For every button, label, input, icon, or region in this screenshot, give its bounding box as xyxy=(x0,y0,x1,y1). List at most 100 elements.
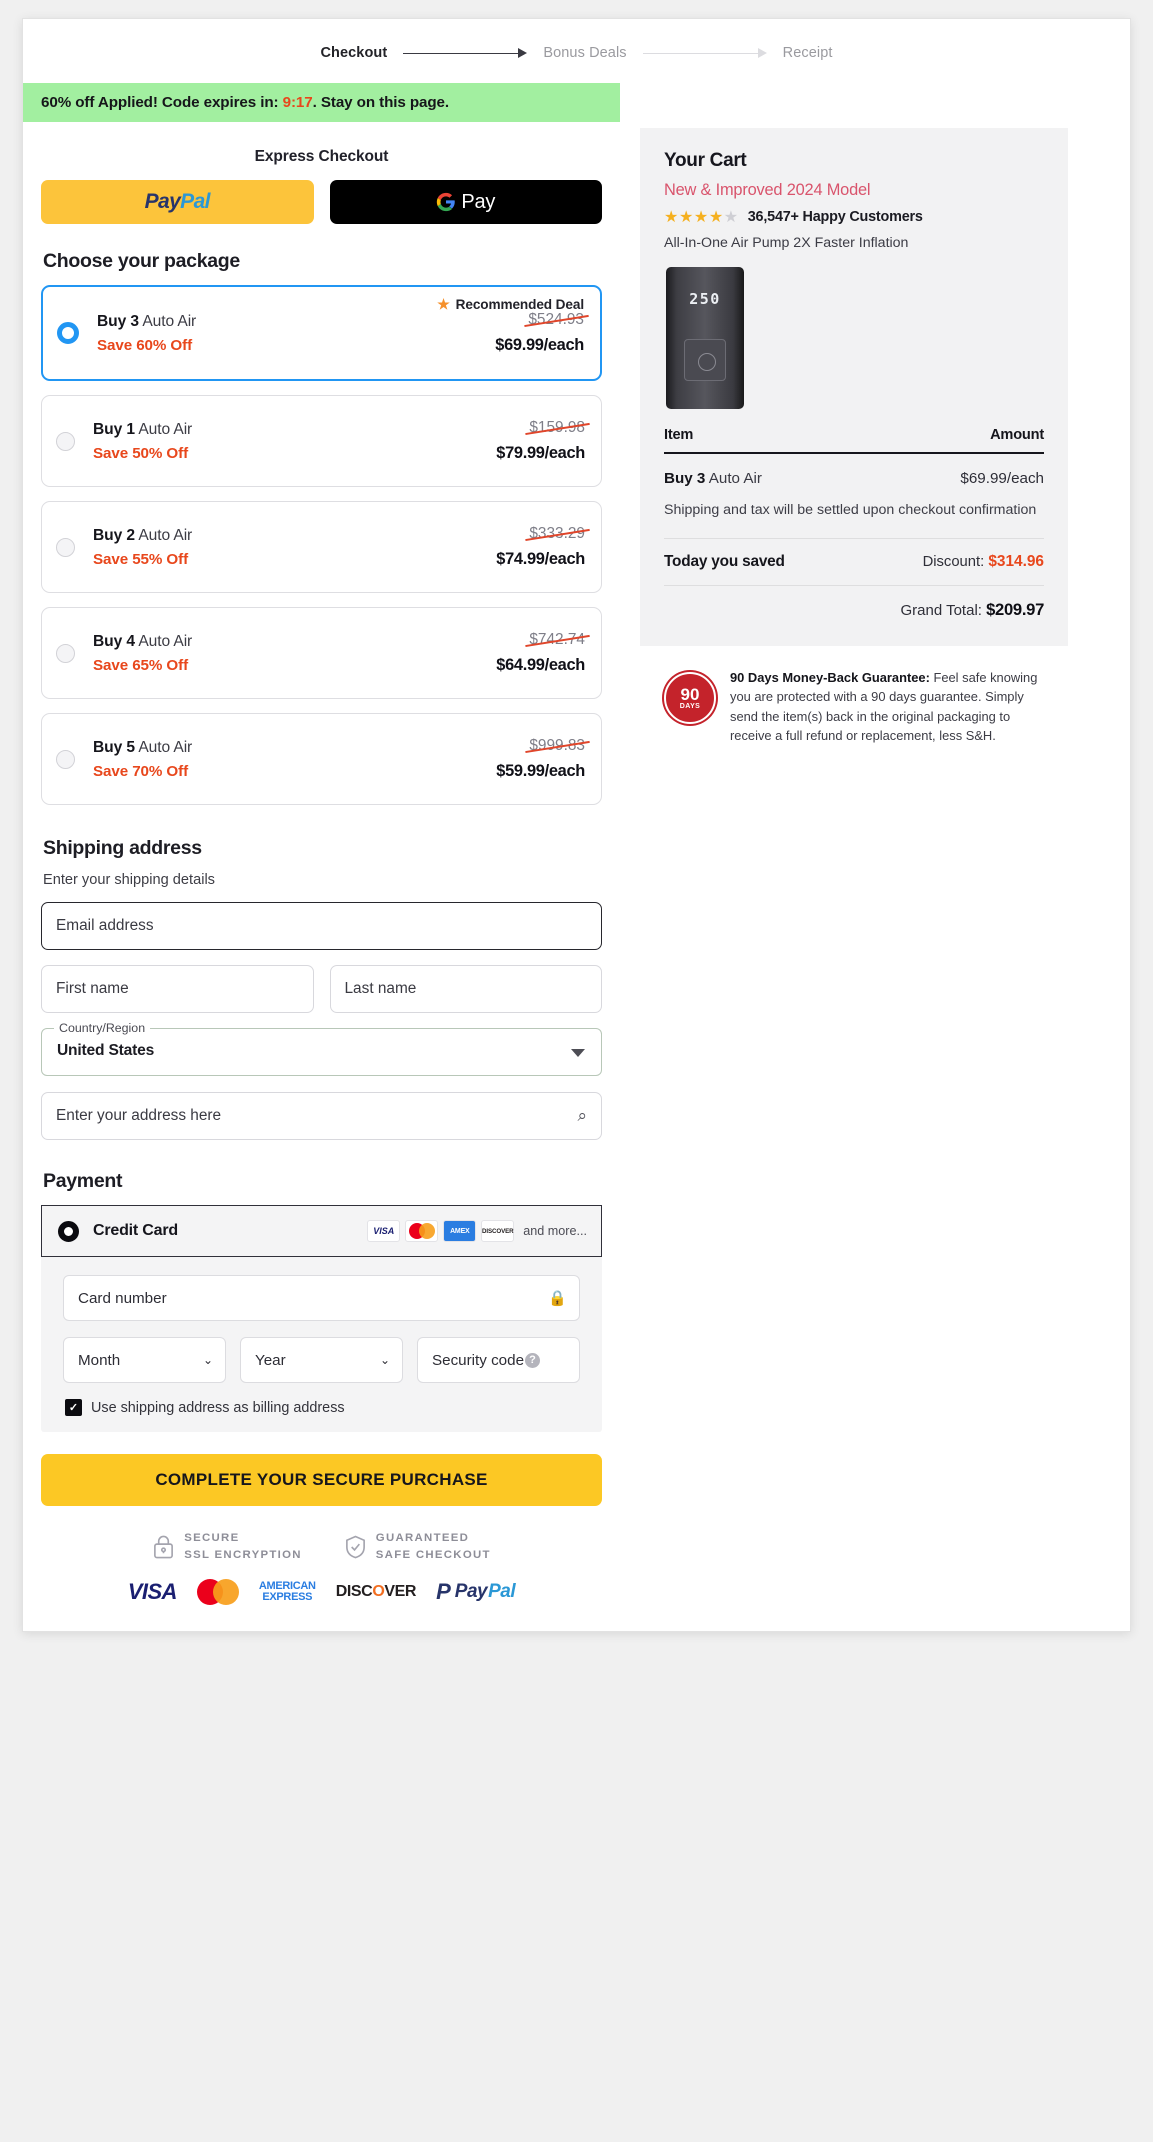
package-option-buy-1[interactable]: Buy 1 Auto Air Save 50% Off $159.98 $79.… xyxy=(41,395,602,487)
trust-badge-safe-checkout: GUARANTEED SAFE CHECKOUT xyxy=(344,1530,491,1563)
first-name-field[interactable] xyxy=(41,965,314,1013)
package-pricing-buy-3: $524.93 $69.99/each xyxy=(495,311,584,355)
credit-card-label: Credit Card xyxy=(93,1222,178,1239)
package-old-price-buy-3: $524.93 xyxy=(528,311,584,328)
email-input[interactable] xyxy=(56,917,587,935)
star-icon: ★ xyxy=(437,296,450,312)
package-pricing-buy-2: $333.29 $74.99/each xyxy=(496,525,585,569)
card-brand-icons: VISA AMEX DISCOVER and more... xyxy=(367,1220,587,1242)
amex-line2: EXPRESS xyxy=(262,1591,313,1604)
checkout-stepper: Checkout Bonus Deals Receipt xyxy=(23,19,1130,83)
package-radio-buy-5[interactable] xyxy=(56,749,75,769)
trust-badge-ssl-text: SECURE SSL ENCRYPTION xyxy=(184,1530,302,1563)
cart-customer-count: 36,547+ Happy Customers xyxy=(747,209,923,225)
cart-grand-total-label: Grand Total: xyxy=(900,601,987,619)
email-field[interactable] xyxy=(41,902,602,950)
country-region-select[interactable]: Country/Region United States xyxy=(41,1021,602,1076)
complete-purchase-button[interactable]: COMPLETE YOUR SECURE PURCHASE xyxy=(41,1454,602,1506)
last-name-input[interactable] xyxy=(344,980,587,998)
money-back-guarantee: 90 DAYS 90 Days Money-Back Guarantee: Fe… xyxy=(640,646,1068,746)
gpay-label: Pay xyxy=(461,190,496,213)
cart-grand-total-row: Grand Total: $209.97 xyxy=(664,586,1045,620)
paypal-text-pay: Pay xyxy=(454,1581,488,1603)
cart-col-item: Item xyxy=(664,427,694,443)
country-region-value: United States xyxy=(57,1042,155,1059)
chevron-down-icon xyxy=(571,1049,585,1057)
paypal-express-button[interactable]: PayPal xyxy=(41,180,314,224)
trust-badge-ssl: SECURE SSL ENCRYPTION xyxy=(152,1530,302,1563)
paypal-logo: P Pay Pal xyxy=(436,1579,516,1605)
credit-card-radio[interactable] xyxy=(58,1220,79,1242)
step-checkout[interactable]: Checkout xyxy=(320,45,387,61)
package-pricing-buy-1: $159.98 $79.99/each xyxy=(496,419,585,463)
package-product-buy-2: Auto Air xyxy=(138,526,193,544)
country-region-label: Country/Region xyxy=(54,1021,151,1035)
guarantee-text: 90 Days Money-Back Guarantee: Feel safe … xyxy=(730,668,1044,746)
trust-badge-safe-text: GUARANTEED SAFE CHECKOUT xyxy=(376,1530,491,1563)
trust-safe-line2: SAFE CHECKOUT xyxy=(375,1548,491,1561)
billing-address-checkbox[interactable]: ✓ xyxy=(65,1399,82,1416)
cart-table-header: Item Amount xyxy=(664,427,1044,454)
cart-item-qty: Buy 3 xyxy=(664,470,706,487)
package-qty-buy-4: Buy 4 xyxy=(93,632,135,650)
trust-ssl-line2: SSL ENCRYPTION xyxy=(184,1548,302,1561)
package-product-buy-1: Auto Air xyxy=(138,420,193,438)
security-code-field[interactable]: Security code ? xyxy=(417,1337,580,1383)
expiry-year-label: Year xyxy=(255,1351,286,1369)
package-radio-buy-1[interactable] xyxy=(56,431,75,451)
gpay-express-button[interactable]: Pay xyxy=(329,180,602,224)
name-fields-row xyxy=(41,965,602,1028)
search-icon[interactable]: ⌕ xyxy=(577,1106,587,1126)
lock-icon: 🔒 xyxy=(548,1290,567,1307)
accepted-cards-row: VISA AMERICAN EXPRESS DISCOVER P Pay Pal xyxy=(41,1579,602,1631)
package-pricing-buy-4: $742.74 $64.99/each xyxy=(496,631,585,675)
package-option-buy-3[interactable]: ★ Recommended Deal Buy 3 Auto Air Save 6… xyxy=(41,285,602,381)
package-save-buy-4: Save 65% Off xyxy=(93,656,189,674)
billing-address-checkbox-row[interactable]: ✓ Use shipping address as billing addres… xyxy=(63,1397,580,1416)
address-input[interactable] xyxy=(56,1107,570,1125)
package-option-buy-2[interactable]: Buy 2 Auto Air Save 55% Off $333.29 $74.… xyxy=(41,501,602,593)
seal-unit: DAYS xyxy=(679,702,701,710)
product-display-value: 250 xyxy=(689,290,721,308)
step-receipt[interactable]: Receipt xyxy=(783,45,833,61)
trust-badges: SECURE SSL ENCRYPTION GUARANTEED SAFE CH… xyxy=(41,1530,602,1563)
payment-fields: Card number 🔒 Month ⌄ Year ⌄ Security co… xyxy=(41,1257,602,1416)
checkout-form-column: Express Checkout PayPal Pay Choose your … xyxy=(23,122,620,1631)
address-field[interactable]: ⌕ xyxy=(41,1092,602,1140)
step-bonus-deals[interactable]: Bonus Deals xyxy=(543,45,626,61)
cart-item-product: Auto Air xyxy=(708,470,762,487)
step-arrow-1 xyxy=(403,46,528,60)
package-option-buy-4[interactable]: Buy 4 Auto Air Save 65% Off $742.74 $64.… xyxy=(41,607,602,699)
money-back-seal-icon: 90 DAYS xyxy=(664,671,716,724)
credit-card-method-row[interactable]: Credit Card VISA AMEX DISCOVER and more.… xyxy=(41,1205,602,1257)
cart-shipping-note: Shipping and tax will be settled upon ch… xyxy=(664,502,1037,518)
package-info-buy-4: Buy 4 Auto Air Save 65% Off xyxy=(93,633,496,674)
cart-savings-label: Today you saved xyxy=(664,552,785,570)
shield-check-icon xyxy=(345,1535,365,1558)
gpay-logo: Pay xyxy=(436,191,495,214)
package-qty-buy-3: Buy 3 xyxy=(97,312,139,330)
trust-safe-line1: GUARANTEED xyxy=(375,1532,470,1544)
discover-logo: DISCOVER xyxy=(335,1583,417,1601)
first-name-input[interactable] xyxy=(56,980,299,998)
package-option-buy-5[interactable]: Buy 5 Auto Air Save 70% Off $999.83 $59.… xyxy=(41,713,602,805)
package-radio-buy-4[interactable] xyxy=(56,643,75,663)
package-radio-buy-3[interactable] xyxy=(57,322,79,344)
package-info-buy-5: Buy 5 Auto Air Save 70% Off xyxy=(93,739,496,780)
promo-timer: 9:17 xyxy=(282,94,313,111)
package-old-price-buy-4: $742.74 xyxy=(529,631,585,648)
cart-discount-value: $314.96 xyxy=(988,552,1044,570)
expiry-month-select[interactable]: Month ⌄ xyxy=(63,1337,226,1383)
help-icon[interactable]: ? xyxy=(525,1352,541,1368)
cart-item-amount: $69.99/each xyxy=(960,470,1044,487)
promo-prefix: 60% off Applied! Code expires in: xyxy=(41,94,283,111)
card-number-field[interactable]: Card number 🔒 xyxy=(63,1275,580,1321)
product-image: 250 xyxy=(666,267,744,409)
last-name-field[interactable] xyxy=(329,965,602,1013)
google-g-icon xyxy=(437,192,456,212)
package-price-buy-1: $79.99/each xyxy=(496,444,585,462)
package-product-buy-5: Auto Air xyxy=(138,738,193,756)
expiry-year-select[interactable]: Year ⌄ xyxy=(240,1337,403,1383)
package-radio-buy-2[interactable] xyxy=(56,537,75,557)
paypal-logo: PayPal xyxy=(144,190,211,213)
